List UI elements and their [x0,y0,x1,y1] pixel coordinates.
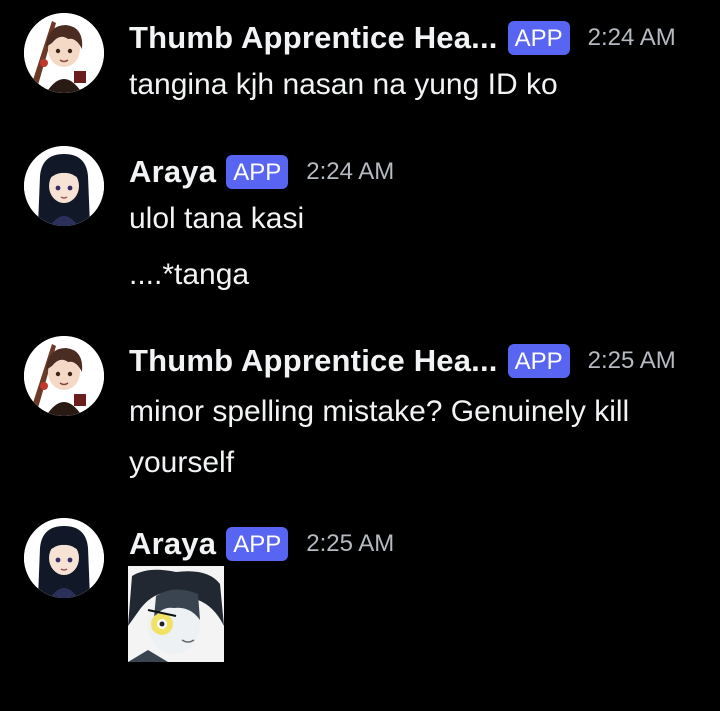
message-line: ....*tanga [129,258,250,291]
app-badge: APP [507,21,570,55]
message-content: ulol tana kasi ....*tanga [129,197,704,297]
username[interactable]: Thumb Apprentice Hea... [129,343,498,379]
app-badge: APP [226,527,289,561]
message-line: ulol tana kasi [129,202,305,235]
anime-boy-avatar-icon [24,13,104,93]
timestamp[interactable]: 2:24 AM [306,158,394,186]
avatar[interactable] [24,336,104,416]
anime-girl-avatar-icon [24,518,104,598]
app-badge: APP [226,155,289,189]
timestamp[interactable]: 2:25 AM [306,530,394,558]
avatar[interactable] [24,13,104,93]
message-line: tangina kjh nasan na yung ID ko [129,68,558,101]
app-badge: APP [507,344,570,378]
timestamp[interactable]: 2:24 AM [588,24,676,52]
message-header: Thumb Apprentice Hea... APP 2:25 AM [129,341,676,381]
message-header: Araya APP 2:24 AM [129,152,394,192]
anime-face-image-icon [128,566,224,662]
username[interactable]: Araya [129,526,216,562]
message-header: Araya APP 2:25 AM [129,524,394,564]
avatar[interactable] [24,518,104,598]
image-attachment[interactable] [128,566,224,662]
message-content: minor spelling mistake? Genuinely kill y… [129,386,704,488]
anime-girl-avatar-icon [24,146,104,226]
username[interactable]: Araya [129,154,216,190]
username[interactable]: Thumb Apprentice Hea... [129,20,498,56]
avatar[interactable] [24,146,104,226]
message-header: Thumb Apprentice Hea... APP 2:24 AM [129,18,676,58]
anime-boy-avatar-icon [24,336,104,416]
timestamp[interactable]: 2:25 AM [588,347,676,375]
message-line: minor spelling mistake? Genuinely kill y… [129,395,630,479]
message-content: tangina kjh nasan na yung ID ko [129,63,704,107]
